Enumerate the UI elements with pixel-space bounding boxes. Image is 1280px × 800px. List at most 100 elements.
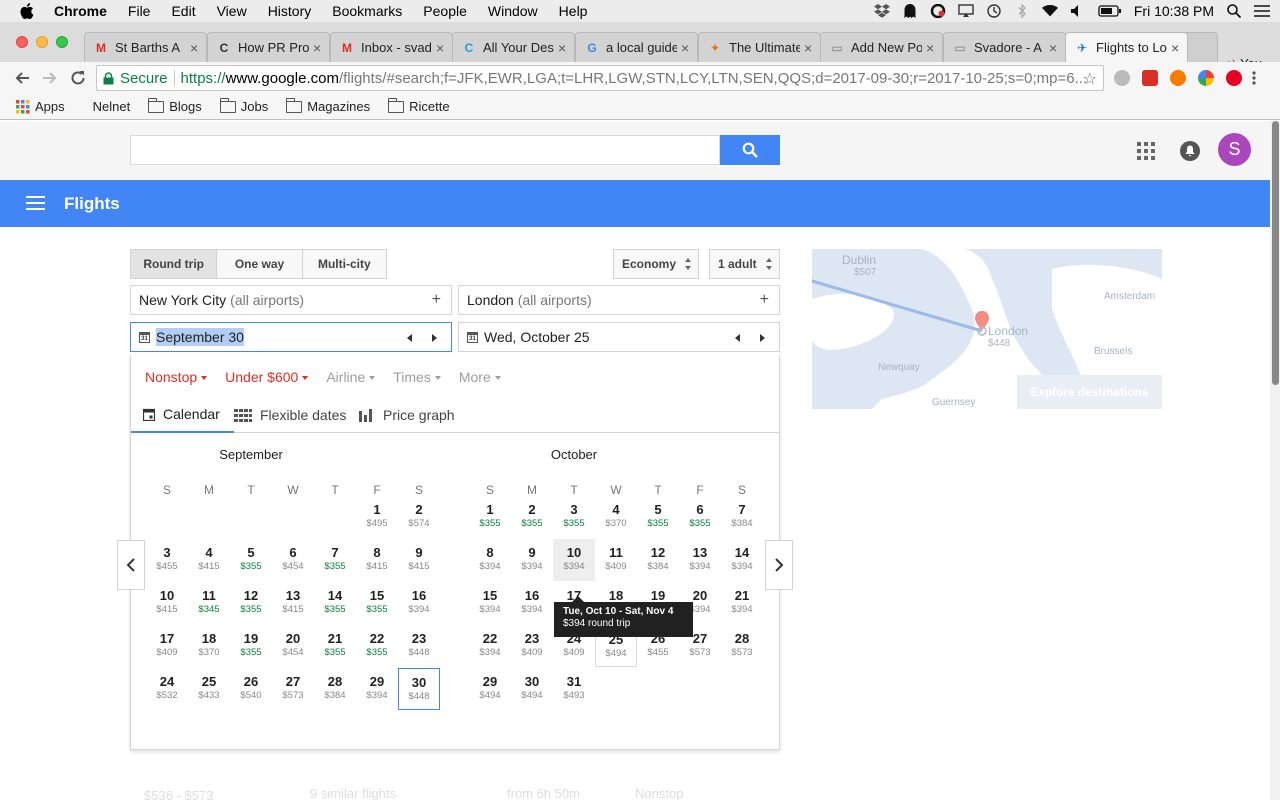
creative-cloud-icon[interactable] [930,4,946,18]
prev-date-arrow-icon[interactable] [735,334,740,342]
volume-icon[interactable] [1070,4,1086,18]
calendar-day[interactable]: 31 $493 [553,668,595,710]
cabin-class-select[interactable]: Economy [613,249,699,279]
menu-history[interactable]: History [268,3,312,19]
tab-calendar[interactable]: Calendar [131,397,234,433]
browser-tab[interactable]: M St Barths A × [84,32,207,62]
scrollbar-thumb[interactable] [1272,121,1279,385]
bookmark-folder-magazines[interactable]: Magazines [286,97,370,114]
calendar-day[interactable]: 9 $415 [398,539,440,581]
calendar-day[interactable]: 5 $355 [637,496,679,538]
tab-close-icon[interactable]: × [681,41,691,55]
back-button[interactable] [12,68,32,88]
hamburger-menu-icon[interactable] [26,196,45,210]
filter-more[interactable]: More [459,369,501,385]
time-machine-icon[interactable] [986,4,1002,18]
next-date-arrow-icon[interactable] [760,334,765,342]
notifications-bell-icon[interactable] [1180,141,1200,161]
passengers-select[interactable]: 1 adult [709,249,780,279]
forward-button[interactable] [40,68,60,88]
calendar-day[interactable]: 11 $345 [188,582,230,624]
browser-tab[interactable]: ▭ Svadore - A × [943,32,1066,62]
origin-field[interactable]: New York City (all airports) + [130,285,452,315]
bluetooth-icon[interactable] [1014,4,1030,18]
calendar-day[interactable]: 8 $415 [356,539,398,581]
calendar-day[interactable]: 6 $355 [679,496,721,538]
calendar-day[interactable]: 21 $355 [314,625,356,667]
calendar-day[interactable]: 3 $355 [553,496,595,538]
calendar-day[interactable]: 13 $394 [679,539,721,581]
calendar-day[interactable]: 23 $448 [398,625,440,667]
wifi-icon[interactable] [1041,4,1058,18]
calendar-day[interactable]: 21 $394 [721,582,763,624]
filter-times[interactable]: Times [393,369,441,385]
calendar-day[interactable]: 12 $355 [230,582,272,624]
calendar-day[interactable]: 22 $355 [356,625,398,667]
colorful-extension-icon[interactable] [1198,70,1214,86]
google-search-button[interactable] [720,135,780,165]
calendar-day[interactable]: 1 $495 [356,496,398,538]
calendar-day[interactable]: 25 $433 [188,668,230,710]
calendar-day[interactable]: 28 $384 [314,668,356,710]
adblock-extension-icon[interactable] [1114,70,1130,86]
bookmark-folder-blogs[interactable]: Blogs [148,97,202,114]
menu-app-name[interactable]: Chrome [54,3,107,19]
tab-close-icon[interactable]: × [313,41,323,55]
calendar-day[interactable]: 4 $415 [188,539,230,581]
menu-edit[interactable]: Edit [171,3,195,19]
calendar-day[interactable]: 7 $355 [314,539,356,581]
apple-icon[interactable] [20,3,36,19]
browser-tab[interactable]: C How PR Pro × [207,32,330,62]
calendar-day[interactable]: 2 $355 [511,496,553,538]
ghost-app-icon[interactable] [902,4,918,18]
calendar-day[interactable]: 20 $454 [272,625,314,667]
address-bar[interactable]: Secure https://www.google.com/flights/#s… [96,65,1104,91]
calendar-day[interactable]: 29 $394 [356,668,398,710]
browser-tab[interactable]: C All Your Des × [452,32,575,62]
pinterest-extension-icon[interactable] [1226,70,1242,86]
browser-tab[interactable]: M Inbox - svad × [330,32,453,62]
browser-tab[interactable]: ▭ Add New Po × [820,32,943,62]
calendar-day[interactable]: 3 $455 [146,539,188,581]
calendar-day[interactable]: 18 $370 [188,625,230,667]
calendar-day[interactable]: 4 $370 [595,496,637,538]
bookmark-folder-jobs[interactable]: Jobs [219,97,268,114]
reload-button[interactable] [68,68,88,88]
bookmark-star-icon[interactable]: ☆ [1083,69,1097,89]
spotlight-search-icon[interactable] [1226,4,1242,18]
calendar-day[interactable]: 15 $355 [356,582,398,624]
tab-flexible-dates[interactable]: Flexible dates [234,397,346,433]
menubar-clock[interactable]: Fri 10:38 PM [1134,3,1214,19]
menu-people[interactable]: People [423,3,467,19]
calendar-day[interactable]: 29 $494 [469,668,511,710]
trip-one-way[interactable]: One way [217,250,303,278]
calendar-next-button[interactable] [765,540,793,590]
destination-field[interactable]: London (all airports) + [458,285,780,315]
tab-close-icon[interactable]: × [804,41,814,55]
tab-close-icon[interactable]: × [926,41,936,55]
calendar-day[interactable]: 10 $415 [146,582,188,624]
calendar-day[interactable]: 14 $355 [314,582,356,624]
tab-close-icon[interactable]: × [1049,41,1059,55]
trip-multi-city[interactable]: Multi-city [302,250,386,278]
tab-close-icon[interactable]: × [190,41,200,55]
menu-file[interactable]: File [128,3,151,19]
bookmark-apps[interactable]: Apps [16,99,65,114]
add-origin-plus-icon[interactable]: + [432,291,441,309]
google-search-input[interactable] [130,135,720,165]
calendar-day[interactable]: 22 $394 [469,625,511,667]
browser-tab[interactable]: Ga local guide × [575,32,698,62]
filter-airline[interactable]: Airline [326,369,376,385]
explore-destinations-button[interactable]: Explore destinations [1017,375,1162,409]
calendar-day[interactable]: 23 $409 [511,625,553,667]
calendar-day[interactable]: 17 $409 [146,625,188,667]
calendar-day[interactable]: 2 $574 [398,496,440,538]
prev-date-arrow-icon[interactable] [407,334,412,342]
calendar-day[interactable]: 13 $415 [272,582,314,624]
trip-round-trip[interactable]: Round trip [131,250,218,278]
next-date-arrow-icon[interactable] [432,334,437,342]
calendar-day[interactable]: 9 $394 [511,539,553,581]
calendar-day[interactable]: 12 $384 [637,539,679,581]
calendar-day[interactable]: 11 $409 [595,539,637,581]
calendar-day[interactable]: 5 $355 [230,539,272,581]
